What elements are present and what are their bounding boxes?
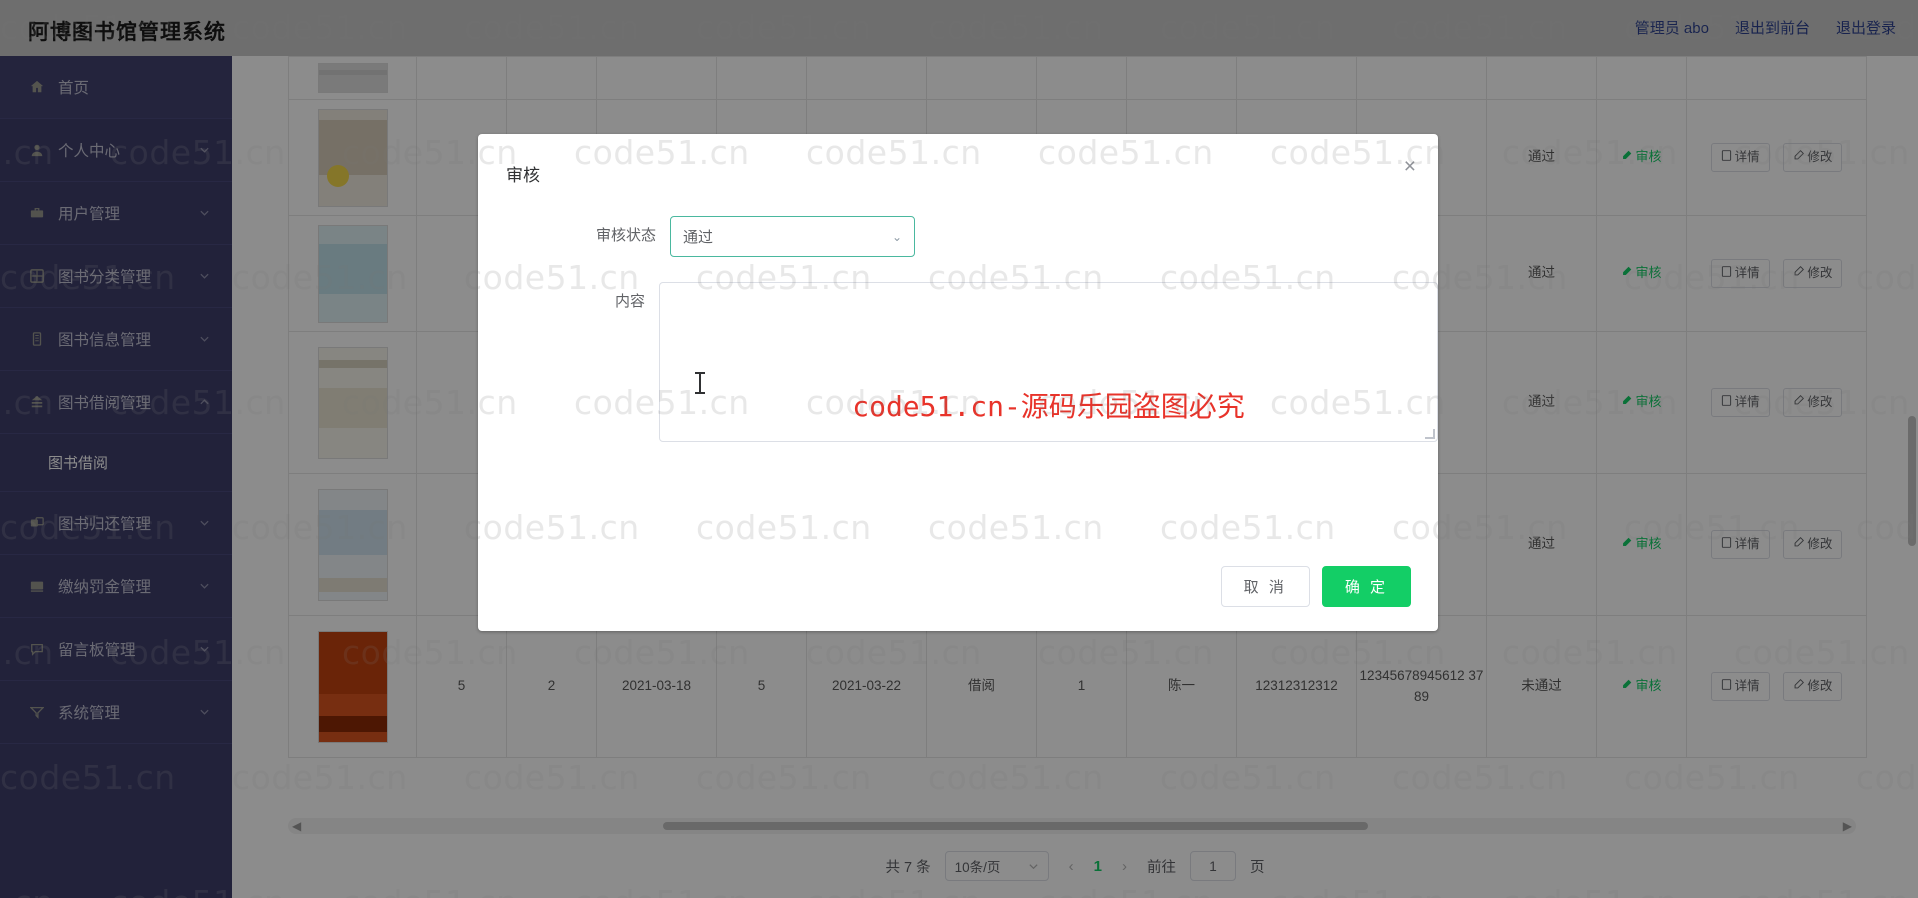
review-dialog: 审核 × 审核状态 通过 ⌄ 内容 code51.cn-源码乐园盗图必究 取 消… (478, 134, 1438, 631)
content-label: 内容 (615, 293, 646, 310)
watermark-text: code51.cn-源码乐园盗图必究 (852, 390, 1245, 423)
confirm-button[interactable]: 确 定 (1321, 566, 1411, 607)
chevron-down-icon: ⌄ (891, 229, 902, 244)
dialog-title: 审核 (506, 166, 540, 185)
content-row: 内容 code51.cn-源码乐园盗图必究 (478, 282, 1438, 442)
close-icon[interactable]: × (1404, 156, 1416, 177)
text-cursor (695, 372, 705, 394)
dialog-footer: 取 消 确 定 (1220, 566, 1411, 607)
content-textarea[interactable]: code51.cn-源码乐园盗图必究 (659, 282, 1438, 442)
review-status-select[interactable]: 通过 ⌄ (670, 216, 915, 257)
cancel-button[interactable]: 取 消 (1220, 566, 1310, 607)
review-status-row: 审核状态 通过 ⌄ (478, 216, 1438, 257)
review-status-label: 审核状态 (595, 227, 656, 244)
review-status-value: 通过 (683, 229, 714, 246)
resize-handle[interactable] (1425, 429, 1435, 439)
